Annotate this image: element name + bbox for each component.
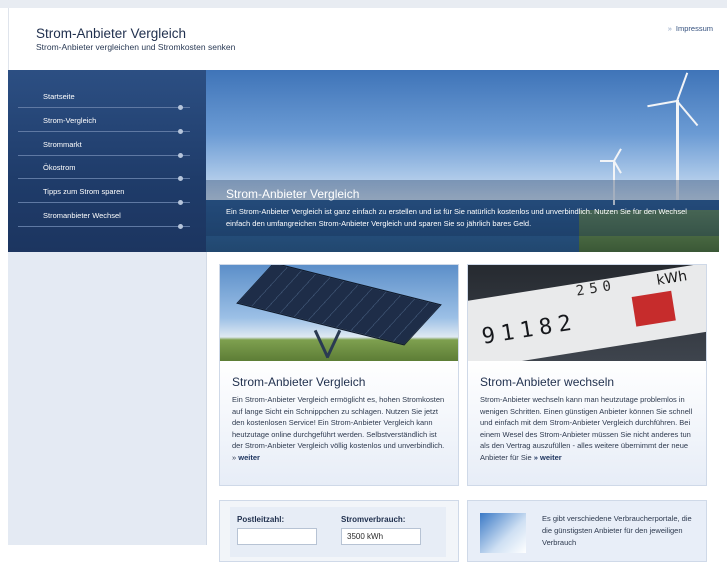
read-more-link[interactable]: weiter bbox=[238, 453, 260, 462]
impressum-label: Impressum bbox=[675, 24, 713, 33]
sidebar-item-tipps[interactable]: Tipps zum Strom sparen bbox=[8, 183, 198, 207]
consumption-label: Stromverbrauch: bbox=[341, 515, 406, 524]
sidebar-item-label: Tipps zum Strom sparen bbox=[43, 187, 125, 196]
bullet-icon bbox=[178, 176, 183, 181]
sidebar-item-label: Strom-Vergleich bbox=[43, 116, 97, 125]
solar-panel-image bbox=[220, 265, 458, 361]
turbine-blade bbox=[647, 100, 678, 108]
sidebar-item-oekostrom[interactable]: Ökostrom bbox=[8, 159, 198, 183]
bullet-icon bbox=[178, 224, 183, 229]
divider bbox=[18, 202, 190, 203]
divider bbox=[18, 155, 190, 156]
postal-code-label: Postleitzahl: bbox=[237, 515, 285, 524]
card-text: Ein Strom-Anbieter Vergleich ermöglicht … bbox=[232, 394, 448, 464]
site-header: Strom-Anbieter Vergleich Strom-Anbieter … bbox=[8, 8, 727, 70]
hero-banner: Strom-Anbieter Vergleich Ein Strom-Anbie… bbox=[206, 70, 719, 252]
chevron-right-icon: » bbox=[667, 24, 672, 33]
meter-red-digits bbox=[631, 290, 676, 327]
hero-title: Strom-Anbieter Vergleich bbox=[226, 187, 360, 201]
turbine-blade bbox=[676, 100, 699, 127]
meter-face: 250 kWh 91182 bbox=[468, 265, 706, 361]
info-image bbox=[480, 513, 526, 553]
site-title[interactable]: Strom-Anbieter Vergleich bbox=[36, 26, 186, 41]
divider bbox=[18, 226, 190, 227]
left-column bbox=[8, 252, 206, 545]
card-title[interactable]: Strom-Anbieter Vergleich bbox=[232, 375, 365, 389]
info-text: Es gibt verschiedene Verbraucherportale,… bbox=[542, 514, 692, 547]
card-text: Strom-Anbieter wechseln kann man heutzut… bbox=[480, 394, 696, 464]
card-text-body: Ein Strom-Anbieter Vergleich ermöglicht … bbox=[232, 395, 445, 462]
bullet-icon bbox=[178, 200, 183, 205]
sidebar-item-label: Ökostrom bbox=[43, 163, 76, 172]
sidebar-item-label: Stromanbieter Wechsel bbox=[43, 211, 121, 220]
hero-text: Ein Strom-Anbieter Vergleich ist ganz ei… bbox=[226, 207, 687, 228]
postal-code-input[interactable] bbox=[237, 528, 317, 545]
site-subtitle: Strom-Anbieter vergleichen und Stromkost… bbox=[36, 42, 236, 52]
info-box: Es gibt verschiedene Verbraucherportale,… bbox=[467, 500, 707, 562]
sidebar-item-strommarkt[interactable]: Strommarkt bbox=[8, 136, 198, 160]
card-strom-wechseln: 250 kWh 91182 Strom-Anbieter wechseln St… bbox=[467, 264, 707, 486]
tariff-calculator-form: Postleitzahl: Stromverbrauch: bbox=[219, 500, 459, 562]
bullet-icon bbox=[178, 153, 183, 158]
sidebar-item-strom-vergleich[interactable]: Strom-Vergleich bbox=[8, 112, 198, 136]
meter-unit: kWh bbox=[655, 268, 689, 289]
divider bbox=[18, 107, 190, 108]
form-panel: Postleitzahl: Stromverbrauch: bbox=[230, 507, 446, 557]
card-title[interactable]: Strom-Anbieter wechseln bbox=[480, 375, 614, 389]
bullet-icon bbox=[178, 105, 183, 110]
meter-digits: 91182 bbox=[480, 310, 580, 350]
turbine-blade bbox=[600, 160, 614, 162]
top-strip bbox=[0, 0, 727, 8]
panel-stand bbox=[325, 329, 342, 359]
bullet-icon bbox=[178, 129, 183, 134]
turbine-blade bbox=[676, 72, 689, 102]
consumption-input[interactable] bbox=[341, 528, 421, 545]
sidebar-item-label: Startseite bbox=[43, 92, 75, 101]
meter-top-number: 250 bbox=[574, 277, 618, 300]
electricity-meter-image: 250 kWh 91182 bbox=[468, 265, 706, 361]
read-more-link[interactable]: » weiter bbox=[534, 453, 562, 462]
sidebar-nav: Startseite Strom-Vergleich Strommarkt Ök… bbox=[8, 70, 206, 252]
divider bbox=[18, 131, 190, 132]
sidebar-item-startseite[interactable]: Startseite bbox=[8, 88, 198, 112]
card-text-body: Strom-Anbieter wechseln kann man heutzut… bbox=[480, 395, 693, 462]
card-strom-vergleich: Strom-Anbieter Vergleich Ein Strom-Anbie… bbox=[219, 264, 459, 486]
impressum-link[interactable]: » Impressum bbox=[668, 24, 713, 33]
divider bbox=[18, 178, 190, 179]
sidebar-item-label: Strommarkt bbox=[43, 140, 82, 149]
sidebar-item-wechsel[interactable]: Stromanbieter Wechsel bbox=[8, 207, 198, 231]
